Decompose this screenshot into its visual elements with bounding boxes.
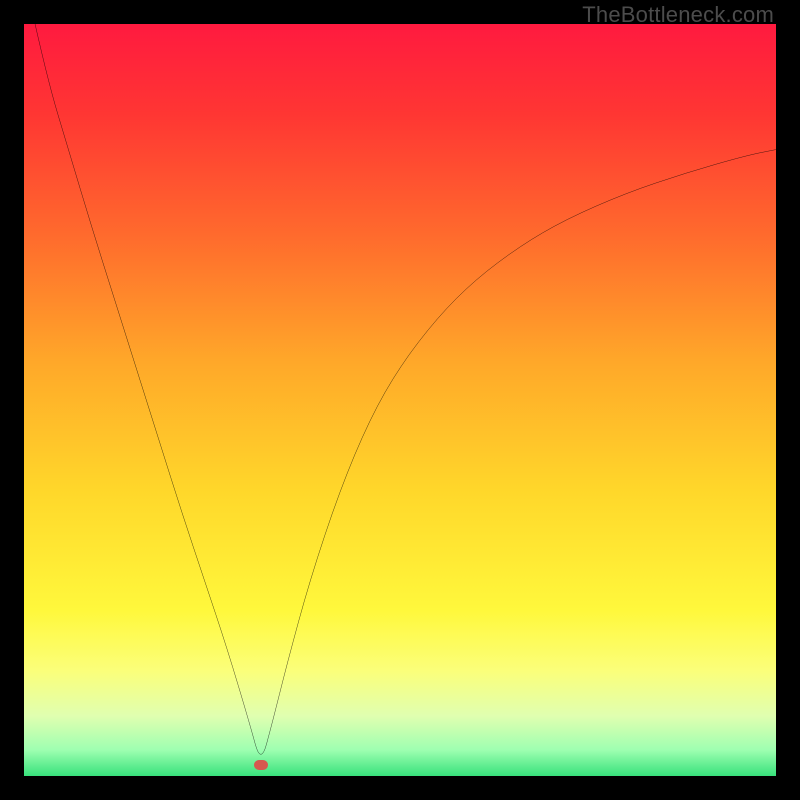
watermark-text: TheBottleneck.com xyxy=(582,2,774,28)
chart-plot-area xyxy=(24,24,776,776)
background-gradient xyxy=(24,24,776,776)
optimal-point-marker xyxy=(254,760,268,770)
